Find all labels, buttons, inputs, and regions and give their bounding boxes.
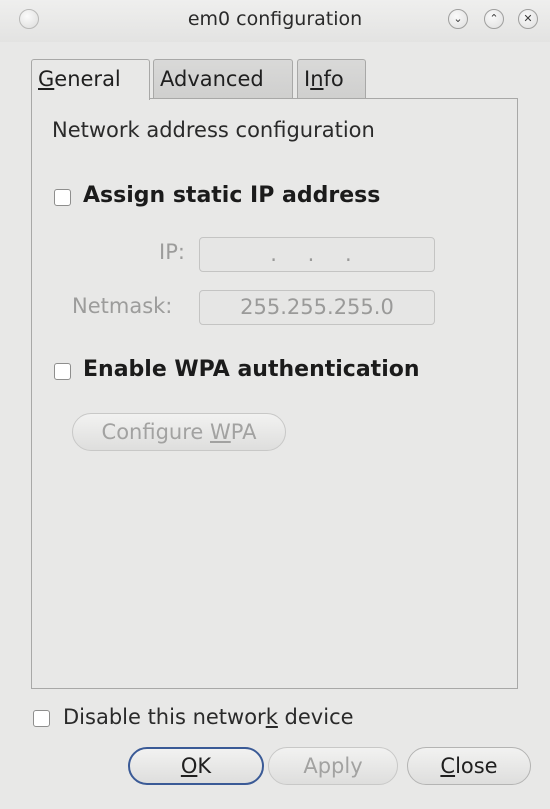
disable-device-mnemonic: k	[265, 705, 278, 729]
tab-general-label: eneral	[54, 67, 121, 91]
configure-wpa-label-end: PA	[230, 420, 257, 444]
ip-label: IP:	[159, 240, 185, 264]
configure-wpa-mnemonic: W	[210, 420, 231, 444]
ip-address-input[interactable]: . . .	[199, 237, 435, 272]
disable-device-label-start: Disable this networ	[63, 705, 266, 729]
close-icon[interactable]: ✕	[518, 9, 538, 29]
close-button[interactable]: Close	[407, 747, 531, 785]
disable-device-checkbox[interactable]	[33, 710, 50, 727]
netmask-input[interactable]: 255.255.255.0	[199, 290, 435, 325]
static-ip-checkbox[interactable]	[54, 189, 71, 206]
tab-general-mnemonic: G	[38, 67, 55, 91]
tab-info-label-end: fo	[323, 67, 344, 91]
tab-info-mnemonic: n	[310, 67, 324, 91]
title-bar: em0 configuration ⌄ ⌃ ✕	[0, 0, 550, 42]
configure-wpa-label-start: Configure	[101, 420, 210, 444]
tab-info[interactable]: Info	[297, 59, 366, 99]
close-mnemonic: C	[440, 754, 456, 778]
ok-button[interactable]: OK	[128, 747, 264, 785]
wpa-label[interactable]: Enable WPA authentication	[83, 357, 420, 382]
tab-general[interactable]: General	[31, 59, 150, 100]
minimize-icon[interactable]: ⌄	[448, 9, 468, 29]
tab-advanced[interactable]: Advanced	[153, 59, 293, 99]
ok-mnemonic: O	[180, 754, 198, 778]
maximize-icon[interactable]: ⌃	[484, 9, 504, 29]
tab-advanced-label: Advanced	[160, 67, 264, 91]
static-ip-label[interactable]: Assign static IP address	[83, 183, 380, 208]
wpa-checkbox[interactable]	[54, 363, 71, 380]
configure-wpa-button[interactable]: Configure WPA	[72, 413, 286, 451]
ok-label: K	[197, 754, 212, 778]
section-title: Network address configuration	[52, 118, 375, 142]
apply-button[interactable]: Apply	[268, 747, 398, 785]
netmask-label: Netmask:	[72, 294, 173, 318]
disable-device-label-end: device	[277, 705, 354, 729]
disable-device-label[interactable]: Disable this network device	[63, 705, 354, 729]
close-label: lose	[455, 754, 498, 778]
